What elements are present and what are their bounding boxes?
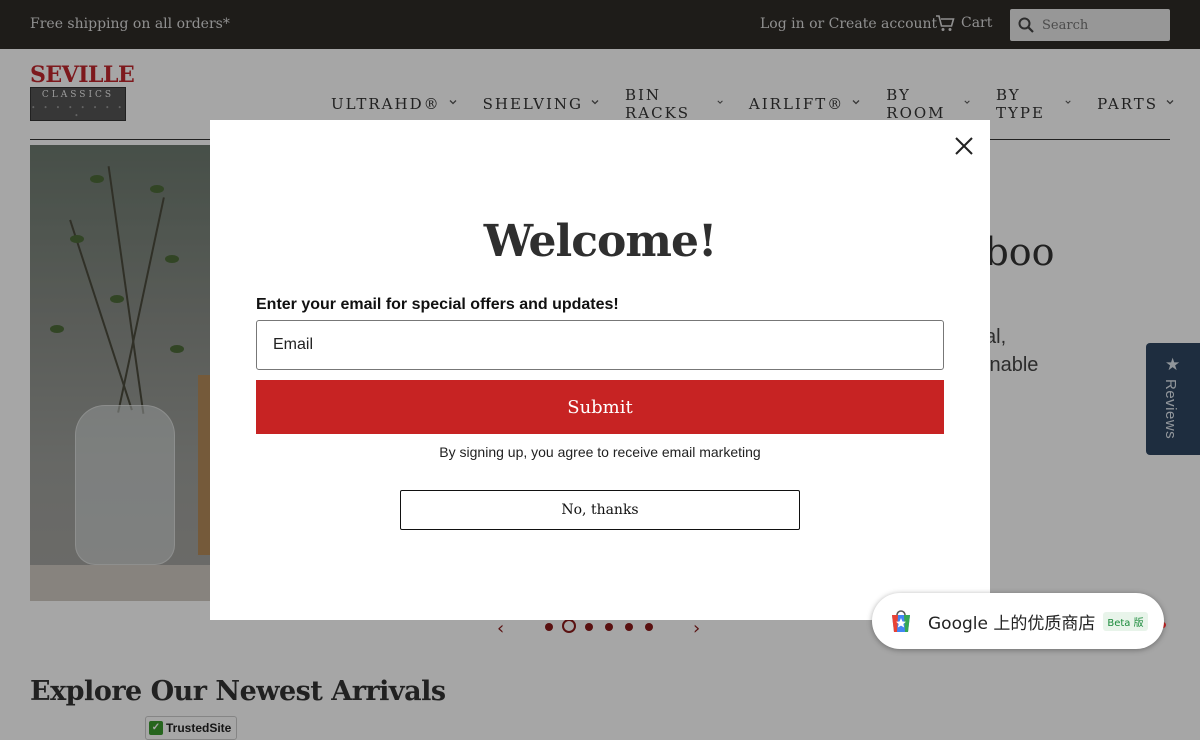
close-icon[interactable]: [952, 134, 976, 158]
consent-note: By signing up, you agree to receive emai…: [439, 444, 761, 460]
beta-badge: Beta 版: [1103, 611, 1148, 631]
email-label: Enter your email for special offers and …: [256, 296, 619, 313]
google-store-label: Google 上的优质商店: [928, 613, 1096, 634]
modal-title: Welcome!: [483, 216, 718, 267]
no-thanks-button[interactable]: No, thanks: [400, 490, 800, 530]
shopping-bag-icon: [892, 610, 910, 632]
newsletter-modal: Welcome! Enter your email for special of…: [210, 120, 990, 620]
submit-button[interactable]: Submit: [256, 380, 944, 434]
email-field[interactable]: [256, 320, 944, 370]
page: Free shipping on all orders* Log in or C…: [0, 0, 1200, 740]
google-store-badge[interactable]: Google 上的优质商店 Beta 版: [872, 593, 1164, 649]
